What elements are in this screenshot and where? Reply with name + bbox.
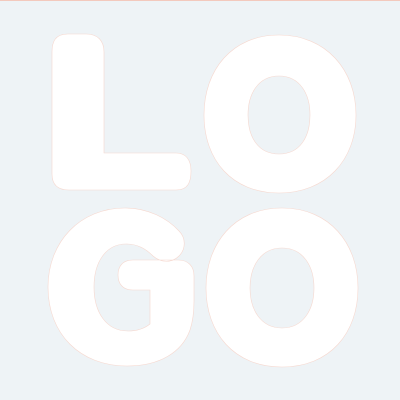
logo-graphic [47,33,359,368]
logo-letter-o-bottom [205,207,359,368]
logo-letter-g [47,207,195,367]
logo-letter-o-top [203,34,357,194]
logo-letter-l [51,33,192,191]
logo-canvas [0,0,400,400]
